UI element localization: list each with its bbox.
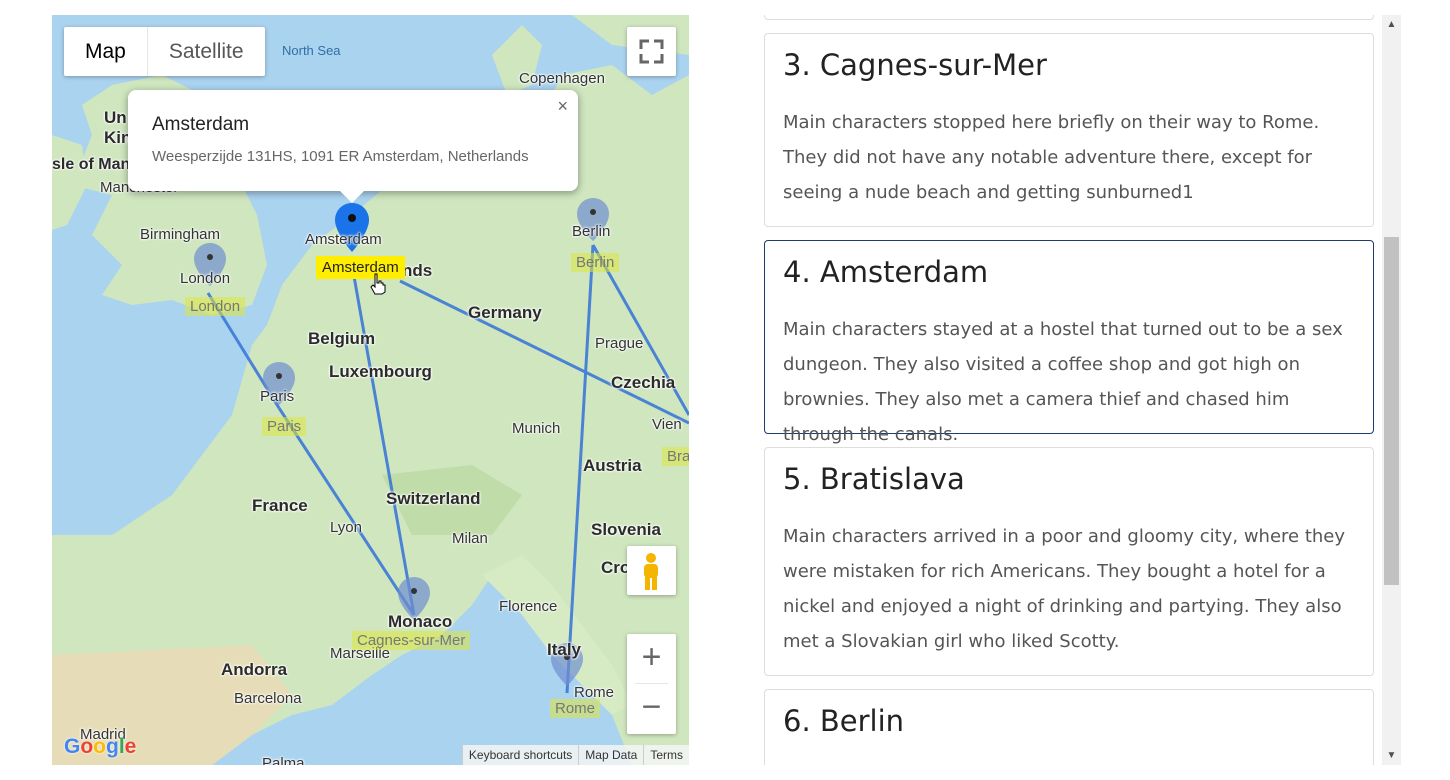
pegman-icon xyxy=(644,553,658,590)
scroll-up-arrow-icon[interactable]: ▲ xyxy=(1382,19,1401,30)
pin-label-rome[interactable]: Rome xyxy=(550,699,601,718)
map-label-london: London xyxy=(180,270,231,287)
place-title: 5. Bratislava xyxy=(783,462,965,496)
map-label-copenhagen: Copenhagen xyxy=(519,70,605,87)
map-type-satellite-button[interactable]: Satellite xyxy=(148,27,265,76)
zoom-control: + − xyxy=(627,634,676,734)
place-title: 4. Amsterdam xyxy=(783,255,989,289)
map-label-florence: Florence xyxy=(499,598,558,615)
map-label-palma: Palma xyxy=(262,755,305,765)
places-list[interactable]: 3. Cagnes-sur-Mer Main characters stoppe… xyxy=(764,15,1374,765)
pin-label-amsterdam[interactable]: Amsterdam xyxy=(316,256,405,279)
map-type-control: Map Satellite xyxy=(64,27,265,76)
map-label-paris: Paris xyxy=(260,388,295,405)
map-label-croatia: Cro xyxy=(601,558,631,577)
map-label-barcelona: Barcelona xyxy=(234,690,302,707)
map-label-vienna: Vien xyxy=(652,416,682,433)
map-label-switzerland: Switzerland xyxy=(386,489,481,508)
fullscreen-button[interactable] xyxy=(627,27,676,76)
fullscreen-icon xyxy=(639,39,664,64)
map-label-france: France xyxy=(252,496,308,515)
map-label-andorra: Andorra xyxy=(221,660,288,679)
info-window-title: Amsterdam xyxy=(152,114,250,135)
place-description: Main characters stopped here briefly on … xyxy=(783,112,1320,203)
pin-label-paris[interactable]: Paris xyxy=(262,417,307,436)
close-icon[interactable]: × xyxy=(557,96,568,117)
map-label-north-sea: North Sea xyxy=(282,43,341,58)
scroll-down-arrow-icon[interactable]: ▼ xyxy=(1382,750,1401,761)
google-logo: Google xyxy=(64,735,137,758)
place-title: 6. Berlin xyxy=(783,704,905,738)
map-label-austria: Austria xyxy=(583,456,642,475)
map-label-czechia: Czechia xyxy=(611,373,676,392)
map-label-nds: nds xyxy=(402,261,433,280)
place-card-previous[interactable] xyxy=(764,15,1374,20)
info-window-address: Weesperzijde 131HS, 1091 ER Amsterdam, N… xyxy=(152,148,529,165)
place-card-bratislava[interactable]: 5. Bratislava Main characters arrived in… xyxy=(764,447,1374,676)
map-label-amsterdam: Amsterdam xyxy=(305,231,382,248)
place-card-amsterdam[interactable]: 4. Amsterdam Main characters stayed at a… xyxy=(764,240,1374,445)
pin-label-london[interactable]: London xyxy=(185,297,246,316)
map-attribution: Keyboard shortcuts Map Data Terms xyxy=(461,745,689,765)
map-type-map-button[interactable]: Map xyxy=(64,27,148,76)
hand-cursor-icon xyxy=(370,273,386,295)
pin-label-cagnes[interactable]: Cagnes-sur-Mer xyxy=(352,631,471,650)
list-scrollbar[interactable]: ▲ ▼ xyxy=(1382,15,1401,765)
map-label-italy: Italy xyxy=(547,640,582,659)
place-description: Main characters arrived in a poor and gl… xyxy=(783,526,1346,652)
map-label-monaco: Monaco xyxy=(388,612,453,631)
place-card-berlin[interactable]: 6. Berlin xyxy=(764,689,1374,765)
map-label-milan: Milan xyxy=(452,530,488,547)
map-label-slovenia: Slovenia xyxy=(591,520,661,539)
info-window: Amsterdam Weesperzijde 131HS, 1091 ER Am… xyxy=(128,90,578,203)
map-label-birmingham: Birmingham xyxy=(140,226,221,243)
map-label-germany: Germany xyxy=(468,303,542,322)
map-label-munich: Munich xyxy=(512,420,561,437)
map-label-belgium: Belgium xyxy=(308,329,376,348)
scrollbar-thumb[interactable] xyxy=(1384,237,1399,585)
map-view[interactable]: North Sea Copenhagen Un Kin sle of Man M… xyxy=(52,15,689,765)
map-label-isle-of-man: sle of Man xyxy=(52,156,131,173)
keyboard-shortcuts-link[interactable]: Keyboard shortcuts xyxy=(461,745,578,765)
street-view-pegman-button[interactable] xyxy=(627,546,676,595)
place-description: Main characters stayed at a hostel that … xyxy=(783,319,1343,445)
pin-label-berlin[interactable]: Berlin xyxy=(571,253,620,272)
map-label-berlin: Berlin xyxy=(572,223,611,240)
map-data-link[interactable]: Map Data xyxy=(578,745,643,765)
terms-link[interactable]: Terms xyxy=(643,745,689,765)
place-card-cagnes[interactable]: 3. Cagnes-sur-Mer Main characters stoppe… xyxy=(764,33,1374,227)
map-label-lyon: Lyon xyxy=(330,519,362,536)
zoom-in-button[interactable]: + xyxy=(627,634,676,683)
map-label-prague: Prague xyxy=(595,335,644,352)
map-label-luxembourg: Luxembourg xyxy=(329,362,432,381)
zoom-out-button[interactable]: − xyxy=(627,684,676,733)
pin-label-bratislava[interactable]: Bra xyxy=(662,447,689,466)
place-title: 3. Cagnes-sur-Mer xyxy=(783,48,1047,82)
